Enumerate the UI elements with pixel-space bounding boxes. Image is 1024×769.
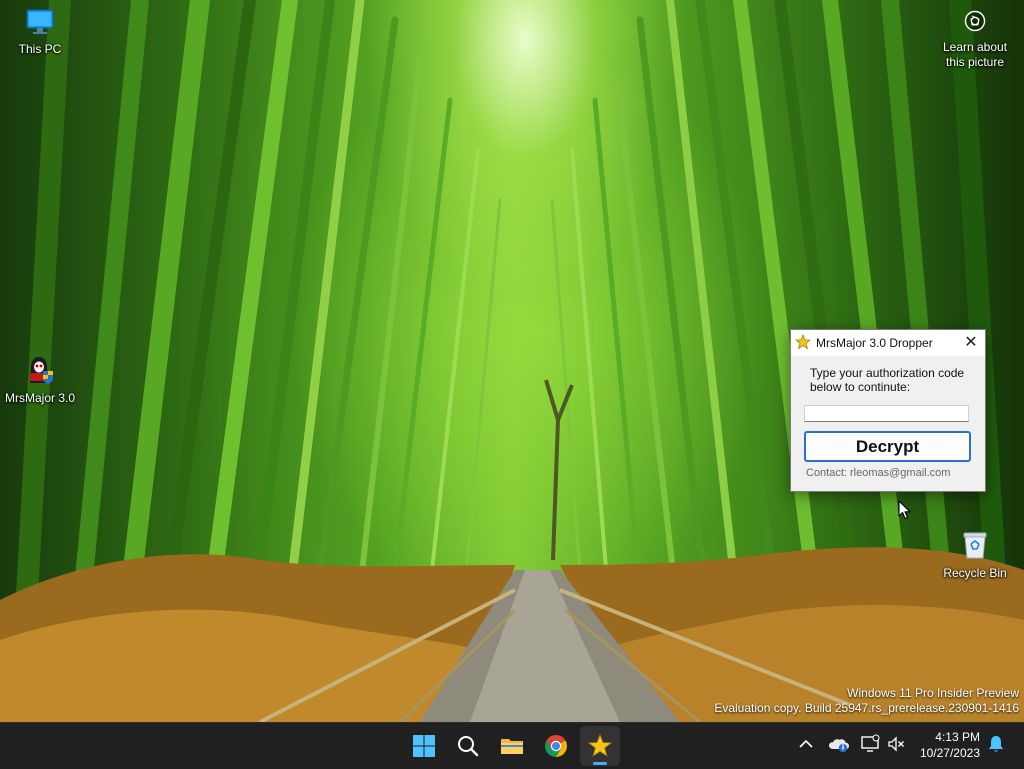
desktop-icon-label: MrsMajor 3.0 bbox=[4, 391, 75, 405]
notification-bell-icon[interactable] bbox=[986, 734, 1006, 759]
learn-about-picture[interactable]: Learn about this picture bbox=[934, 8, 1016, 70]
search-button[interactable] bbox=[448, 726, 488, 766]
evaluation-watermark: Windows 11 Pro Insider Preview Evaluatio… bbox=[714, 686, 1019, 716]
volume-muted-icon[interactable] bbox=[886, 734, 906, 759]
clock-time: 4:13 PM bbox=[935, 730, 980, 744]
decrypt-button[interactable]: Decrypt bbox=[804, 431, 971, 462]
taskbar: 4:13 PM 10/27/2023 bbox=[0, 722, 1024, 769]
learn-about-line2: this picture bbox=[945, 55, 1005, 69]
camera-icon bbox=[934, 10, 1016, 36]
mrsmajor-dropper-dialog: MrsMajor 3.0 Dropper ✕ Type your authori… bbox=[790, 329, 986, 492]
desktop-icon-label: Recycle Bin bbox=[943, 566, 1007, 580]
contact-text: Contact: rleomas@gmail.com bbox=[806, 467, 951, 479]
desktop-icon-this-pc[interactable]: This PC bbox=[0, 8, 80, 57]
watermark-line1: Windows 11 Pro Insider Preview bbox=[847, 686, 1019, 700]
clock-date: 10/27/2023 bbox=[919, 746, 980, 760]
desktop-icon-label: This PC bbox=[18, 42, 62, 56]
system-clock[interactable]: 4:13 PM 10/27/2023 bbox=[920, 729, 980, 761]
start-button[interactable] bbox=[404, 726, 444, 766]
learn-about-line1: Learn about bbox=[942, 40, 1008, 54]
desktop-icon-recycle-bin[interactable]: Recycle Bin bbox=[935, 530, 1015, 581]
mouse-cursor-icon bbox=[898, 500, 912, 525]
chrome-button[interactable] bbox=[536, 726, 576, 766]
authorization-code-input[interactable] bbox=[804, 405, 969, 422]
desktop-icon-mrsmajor[interactable]: MrsMajor 3.0 bbox=[0, 355, 80, 406]
computer-monitor-icon bbox=[0, 8, 80, 39]
close-button[interactable]: ✕ bbox=[959, 332, 983, 354]
active-app-indicator bbox=[593, 762, 607, 765]
dialog-titlebar[interactable]: MrsMajor 3.0 Dropper ✕ bbox=[791, 330, 985, 356]
onedrive-icon[interactable] bbox=[828, 734, 850, 759]
dialog-title: MrsMajor 3.0 Dropper bbox=[816, 336, 933, 350]
star-icon bbox=[794, 333, 812, 355]
recycle-bin-icon bbox=[935, 530, 1015, 563]
mrsmajor-taskbar-button[interactable] bbox=[580, 726, 620, 766]
file-explorer-button[interactable] bbox=[492, 726, 532, 766]
dialog-prompt: Type your authorization code below to co… bbox=[810, 366, 965, 394]
mrsmajor-reaper-icon bbox=[0, 355, 80, 388]
display-icon[interactable] bbox=[860, 734, 880, 759]
chevron-up-icon[interactable] bbox=[797, 734, 815, 759]
watermark-line2: Evaluation copy. Build 25947.rs_prerelea… bbox=[714, 701, 1019, 715]
